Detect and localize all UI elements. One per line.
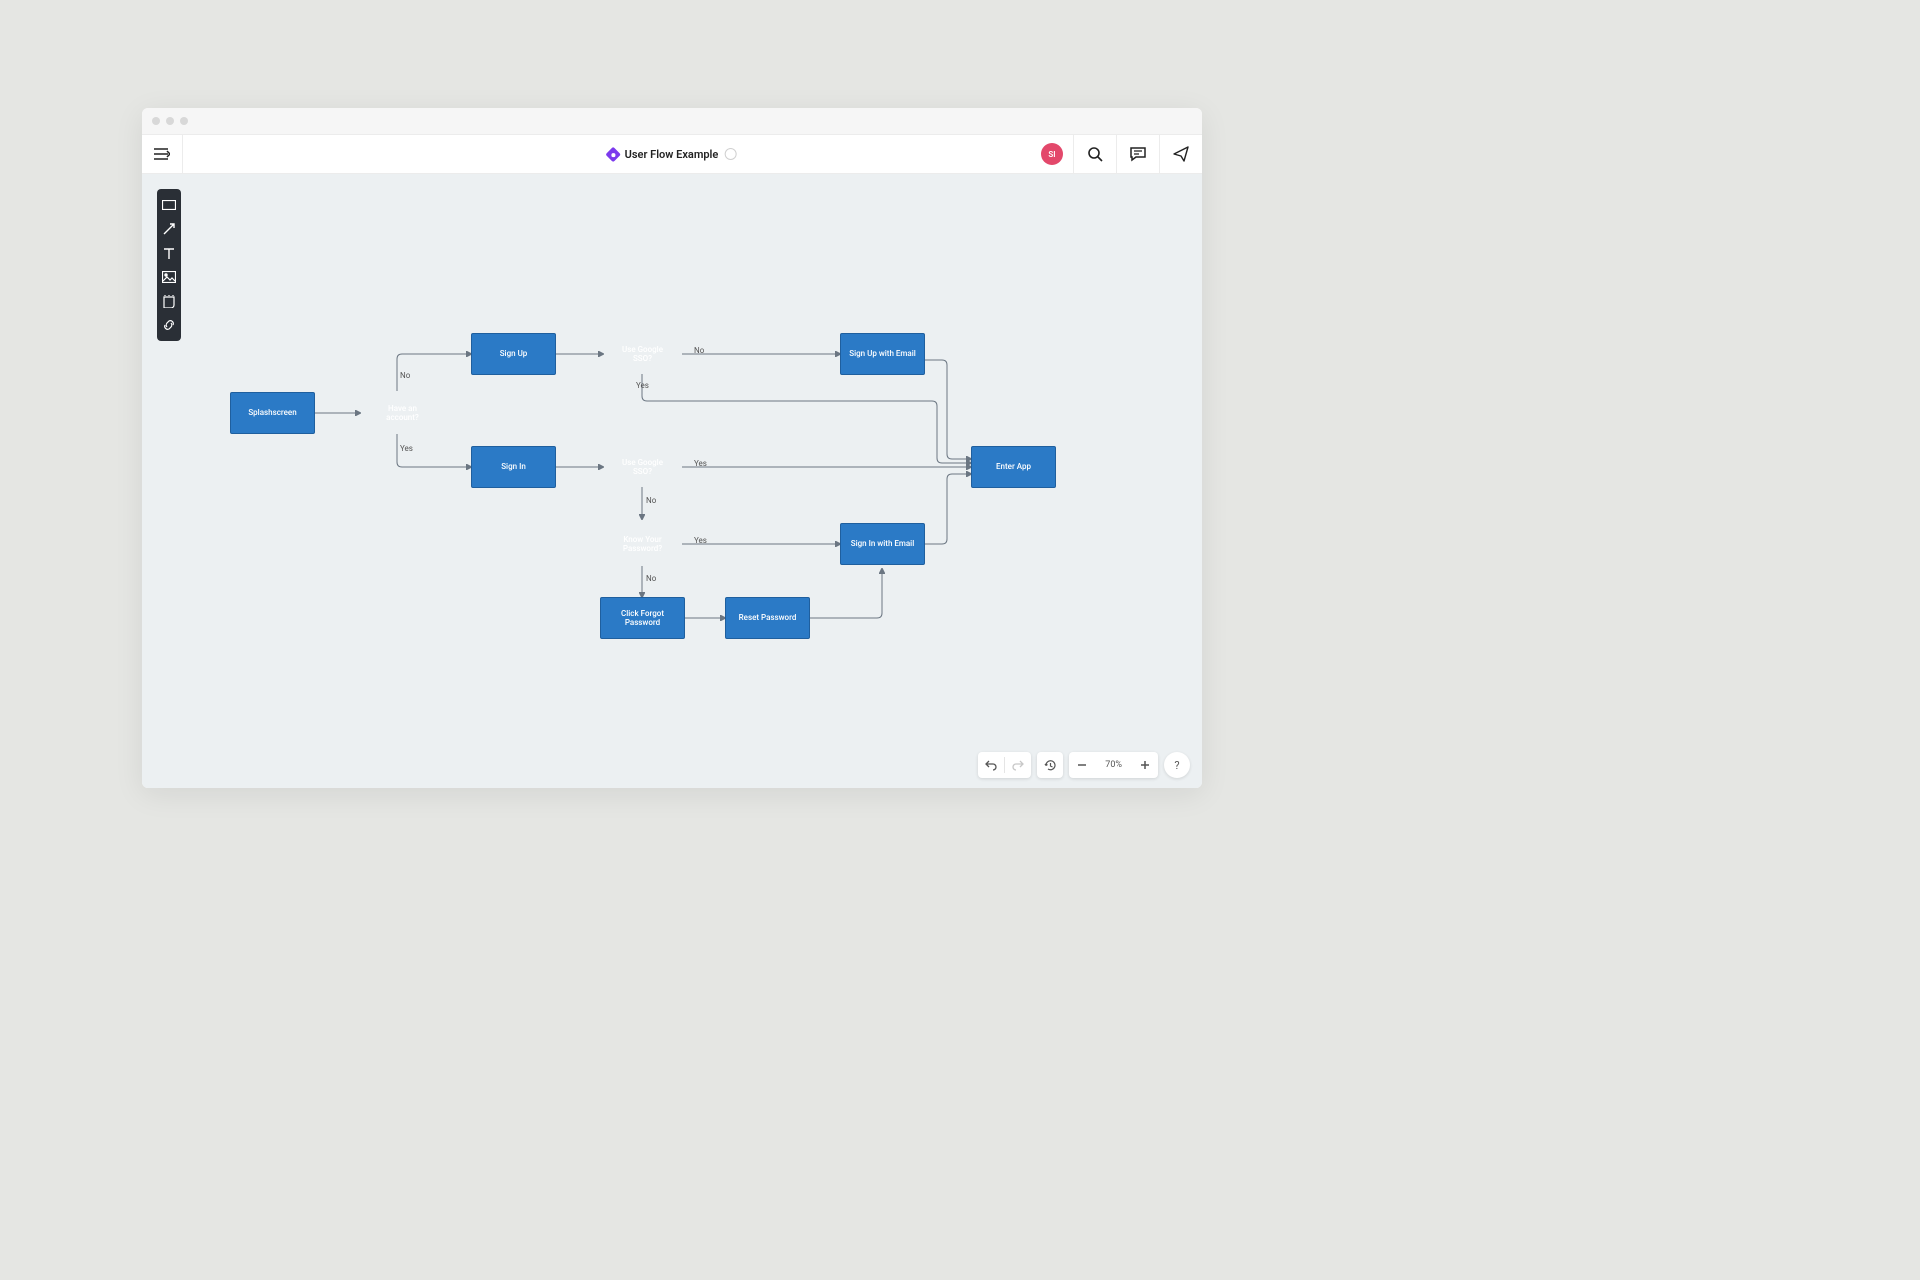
node-sign-in[interactable]: Sign In (471, 446, 556, 488)
edge-label-yes: Yes (694, 459, 707, 468)
node-reset-password[interactable]: Reset Password (725, 597, 810, 639)
redo-button[interactable] (1005, 752, 1031, 778)
document-title: User Flow Example (625, 148, 719, 161)
header-actions: SI (1041, 135, 1202, 173)
document-title-block[interactable]: User Flow Example (608, 148, 737, 161)
tool-arrow[interactable] (158, 218, 180, 240)
zoom-out-button[interactable] (1069, 752, 1095, 778)
search-icon (1087, 146, 1103, 162)
menu-toggle-button[interactable] (142, 135, 183, 173)
node-use-google-sso-signin[interactable]: Use Google SSO? (600, 442, 685, 492)
send-icon (1173, 146, 1189, 162)
tool-sticky[interactable] (158, 290, 180, 312)
node-know-password[interactable]: Know Your Password? (600, 519, 685, 569)
tool-link[interactable] (158, 314, 180, 336)
diagram-canvas[interactable]: Splashscreen Have an account? Sign Up Si… (142, 174, 1202, 788)
node-have-account[interactable]: Have an account? (360, 388, 445, 438)
plus-icon (1140, 760, 1150, 770)
zoom-in-button[interactable] (1132, 752, 1158, 778)
node-enter-app[interactable]: Enter App (971, 446, 1056, 488)
tool-rectangle[interactable] (158, 194, 180, 216)
history-group (1037, 752, 1063, 778)
app-window: User Flow Example SI (142, 108, 1202, 788)
tool-palette (157, 189, 181, 341)
undo-icon (985, 759, 997, 771)
edge-label-yes: Yes (400, 444, 413, 453)
sync-status-icon (724, 148, 736, 160)
minus-icon (1077, 760, 1087, 770)
user-avatar[interactable]: SI (1041, 143, 1063, 165)
share-button[interactable] (1159, 135, 1202, 173)
edge-label-yes: Yes (636, 381, 649, 390)
window-control-minimize[interactable] (166, 117, 174, 125)
window-titlebar (142, 108, 1202, 135)
node-sign-up-email[interactable]: Sign Up with Email (840, 333, 925, 375)
edge-label-no: No (646, 574, 656, 583)
search-button[interactable] (1073, 135, 1116, 173)
edge-label-yes: Yes (694, 536, 707, 545)
node-click-forgot-password[interactable]: Click Forgot Password (600, 597, 685, 639)
node-sign-up[interactable]: Sign Up (471, 333, 556, 375)
node-splashscreen[interactable]: Splashscreen (230, 392, 315, 434)
history-icon (1044, 759, 1057, 772)
undo-button[interactable] (978, 752, 1004, 778)
window-control-close[interactable] (152, 117, 160, 125)
undo-redo-group (978, 752, 1031, 778)
canvas-footer-controls: 70% ? (978, 752, 1190, 778)
zoom-level[interactable]: 70% (1095, 760, 1132, 770)
window-control-maximize[interactable] (180, 117, 188, 125)
edge-label-no: No (646, 496, 656, 505)
node-use-google-sso-signup[interactable]: Use Google SSO? (600, 329, 685, 379)
node-sign-in-email[interactable]: Sign In with Email (840, 523, 925, 565)
edge-label-no: No (694, 346, 704, 355)
menu-icon (154, 148, 170, 160)
app-logo-icon (605, 146, 621, 162)
edge-label-no: No (400, 371, 410, 380)
comments-button[interactable] (1116, 135, 1159, 173)
history-button[interactable] (1037, 752, 1063, 778)
help-button[interactable]: ? (1164, 752, 1190, 778)
app-header: User Flow Example SI (142, 135, 1202, 174)
comment-icon (1130, 146, 1146, 162)
tool-text[interactable] (158, 242, 180, 264)
tool-image[interactable] (158, 266, 180, 288)
zoom-group: 70% (1069, 752, 1158, 778)
redo-icon (1012, 759, 1024, 771)
